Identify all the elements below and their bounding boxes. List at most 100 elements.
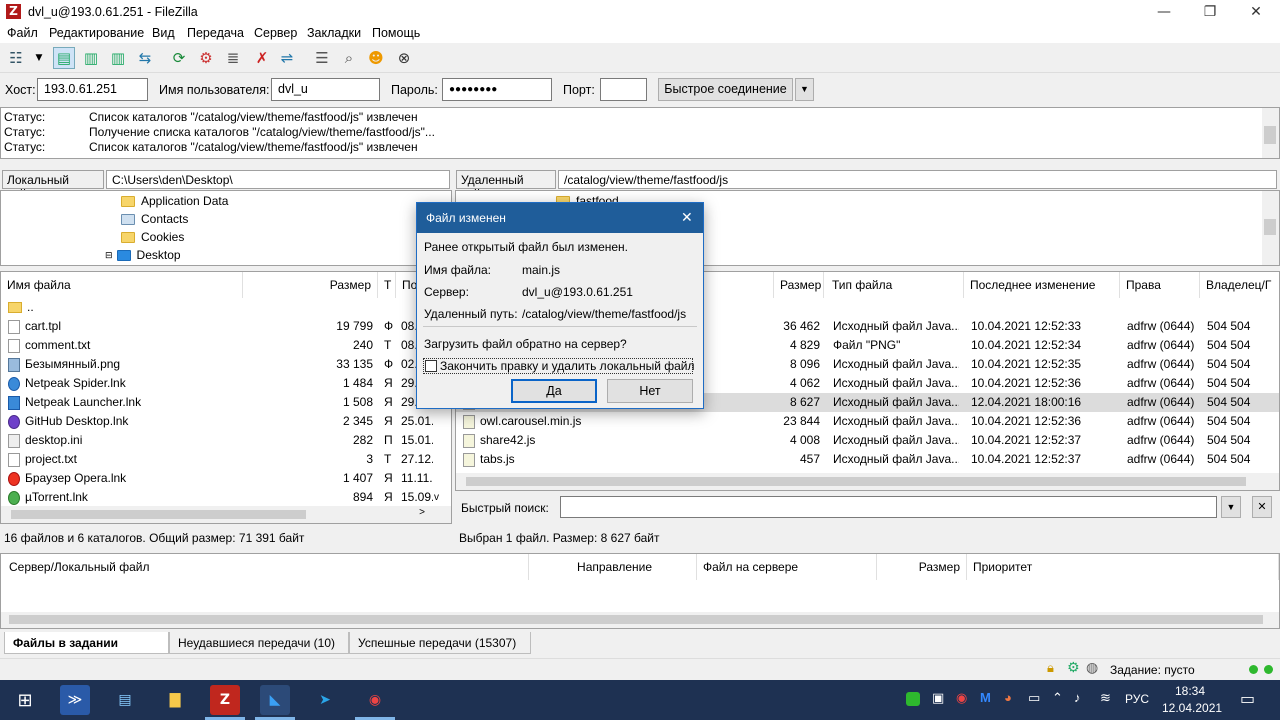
tree-node[interactable]: Application Data <box>121 192 228 210</box>
queue-h-scrollbar[interactable] <box>1 612 1279 628</box>
queue-col-direction[interactable]: Направление <box>529 554 697 580</box>
log-scrollbar[interactable] <box>1262 108 1279 158</box>
dialog-checkbox-row[interactable]: Закончить правку и удалить локальный фай… <box>423 358 694 374</box>
refresh-icon[interactable]: ⟳ <box>168 47 190 69</box>
powershell-icon[interactable]: ≫ <box>60 685 90 715</box>
port-input[interactable] <box>600 78 647 101</box>
queue-col-remote[interactable]: Файл на сервере <box>697 554 877 580</box>
menu-help[interactable]: Помощь <box>372 26 420 40</box>
dialog-close-icon[interactable]: ✕ <box>681 209 693 226</box>
col-permissions[interactable]: Права <box>1120 272 1200 298</box>
menu-view[interactable]: Вид <box>152 26 175 40</box>
tray-up-icon[interactable]: ⌃ <box>1052 690 1063 706</box>
table-row[interactable]: owl.carousel.min.js 23 844 Исходный файл… <box>456 412 1279 431</box>
minimize-icon[interactable]: — <box>1141 0 1187 24</box>
tray-check-icon[interactable] <box>906 692 920 706</box>
col-filetype[interactable]: Тип файла <box>826 272 964 298</box>
tray-camera-icon[interactable]: ▣ <box>932 690 944 706</box>
no-button[interactable]: Нет <box>607 379 693 403</box>
tree-node-selected[interactable]: ⊟ Desktop <box>105 246 181 264</box>
disconnect-icon[interactable]: ✗ <box>251 47 273 69</box>
tray-app-icon[interactable]: ◕ <box>1004 690 1012 705</box>
table-row[interactable]: tabs.js 457 Исходный файл Java... 10.04.… <box>456 450 1279 469</box>
tab-successful-transfers[interactable]: Успешные передачи (15307) <box>349 632 531 654</box>
delete-local-checkbox[interactable] <box>425 360 437 372</box>
filter-icon[interactable]: ☰ <box>311 47 333 69</box>
table-row[interactable]: desktop.ini 282 П 15.01. <box>1 431 451 450</box>
table-row[interactable]: cart.tpl 19 799 Ф 08.0 <box>1 317 451 336</box>
tab-queued-files[interactable]: Файлы в задании <box>4 632 169 654</box>
local-path-input[interactable]: C:\Users\den\Desktop\ <box>106 170 450 189</box>
chrome-icon[interactable]: ◉ <box>360 685 390 715</box>
vscode-icon[interactable]: ◣ <box>260 685 290 715</box>
wifi-icon[interactable]: ≋ <box>1100 690 1111 706</box>
remote-tree-scrollbar[interactable] <box>1262 191 1279 265</box>
col-modified[interactable]: Последнее изменение <box>964 272 1120 298</box>
scroll-down-icon[interactable]: v <box>434 492 439 503</box>
quick-search-dropdown-icon[interactable]: ▼ <box>1221 496 1241 518</box>
table-row[interactable]: Netpeak Launcher.lnk 1 508 Я 29.0 <box>1 393 451 412</box>
table-row[interactable]: Браузер Opera.lnk 1 407 Я 11.11. <box>1 469 451 488</box>
toggle-log-icon[interactable]: ▤ <box>53 47 75 69</box>
toggle-remote-tree-icon[interactable]: ▥ <box>107 47 129 69</box>
remote-h-scrollbar[interactable] <box>456 473 1279 490</box>
filezilla-taskbar-icon[interactable]: Z <box>210 685 240 715</box>
host-input[interactable]: 193.0.61.251 <box>37 78 148 101</box>
tab-failed-transfers[interactable]: Неудавшиеся передачи (10) <box>169 632 349 654</box>
cancel-icon[interactable]: ≣ <box>222 47 244 69</box>
tray-chrome-icon[interactable]: ◉ <box>956 690 967 706</box>
file-explorer-icon[interactable]: ▇ <box>160 685 190 715</box>
remote-path-input[interactable]: /catalog/view/theme/fastfood/js <box>558 170 1277 189</box>
volume-icon[interactable]: ♪ <box>1074 690 1081 705</box>
toggle-local-tree-icon[interactable]: ▥ <box>80 47 102 69</box>
clock-time[interactable]: 18:34 <box>1175 684 1205 698</box>
start-icon[interactable]: ⊞ <box>10 685 40 715</box>
speed-limit-icon[interactable]: ◍ <box>1086 660 1098 676</box>
dropdown-arrow-icon[interactable]: ▼ <box>28 47 50 69</box>
queue-col-priority[interactable]: Приоритет <box>967 554 1279 580</box>
battery-icon[interactable]: ▭ <box>1028 690 1040 706</box>
table-row[interactable]: .. <box>1 298 451 317</box>
queue-col-local[interactable]: Сервер/Локальный файл <box>1 554 529 580</box>
scroll-right-icon[interactable]: > <box>419 507 425 518</box>
menu-file[interactable]: Файл <box>7 26 38 40</box>
menu-edit[interactable]: Редактирование <box>49 26 144 40</box>
quick-search-close-icon[interactable]: ✕ <box>1252 496 1272 518</box>
table-row[interactable]: share42.js 4 008 Исходный файл Java... 1… <box>456 431 1279 450</box>
queue-col-size[interactable]: Размер <box>877 554 967 580</box>
toggle-queue-icon[interactable]: ⇆ <box>134 47 156 69</box>
language-indicator[interactable]: РУС <box>1125 692 1149 706</box>
tree-node[interactable]: Cookies <box>121 228 184 246</box>
col-filename[interactable]: Имя файла <box>1 272 243 298</box>
menu-transfer[interactable]: Передача <box>187 26 244 40</box>
search-files-icon[interactable]: ⊗ <box>393 47 415 69</box>
reconnect-icon[interactable]: ⇌ <box>276 47 298 69</box>
col-owner[interactable]: Владелец/Г <box>1200 272 1279 298</box>
username-input[interactable]: dvl_u <box>271 78 380 101</box>
restore-icon[interactable]: ❐ <box>1187 0 1233 24</box>
clock-date[interactable]: 12.04.2021 <box>1162 701 1222 715</box>
col-size[interactable]: Размер <box>774 272 824 298</box>
menu-bookmarks[interactable]: Закладки <box>307 26 361 40</box>
process-queue-icon[interactable]: ⚙ <box>195 47 217 69</box>
sync-browse-icon[interactable]: ☻ <box>365 47 387 69</box>
col-type[interactable]: Т <box>378 272 396 298</box>
table-row[interactable]: project.txt 3 Т 27.12. <box>1 450 451 469</box>
notepad-icon[interactable]: ▤ <box>110 685 140 715</box>
quickconnect-dropdown-icon[interactable]: ▼ <box>795 78 814 101</box>
compare-icon[interactable]: ⌕ <box>338 47 360 69</box>
table-row[interactable]: Безымянный.png 33 135 Ф 02.0 <box>1 355 451 374</box>
menu-server[interactable]: Сервер <box>254 26 297 40</box>
password-input[interactable]: ●●●●●●●● <box>442 78 552 101</box>
site-manager-icon[interactable]: ☷ <box>5 47 27 69</box>
notification-icon[interactable]: ▭ <box>1240 689 1255 709</box>
table-row[interactable]: Netpeak Spider.lnk 1 484 Я 29.0 <box>1 374 451 393</box>
quickconnect-button[interactable]: Быстрое соединение <box>658 78 793 101</box>
table-row[interactable]: comment.txt 240 Т 08.0 <box>1 336 451 355</box>
close-icon[interactable]: ✕ <box>1233 0 1279 24</box>
tray-m-icon[interactable]: M <box>980 690 991 705</box>
table-row[interactable]: GitHub Desktop.lnk 2 345 Я 25.01. <box>1 412 451 431</box>
quick-search-input[interactable] <box>560 496 1217 518</box>
telegram-icon[interactable]: ➤ <box>310 685 340 715</box>
tree-node[interactable]: Contacts <box>121 210 188 228</box>
